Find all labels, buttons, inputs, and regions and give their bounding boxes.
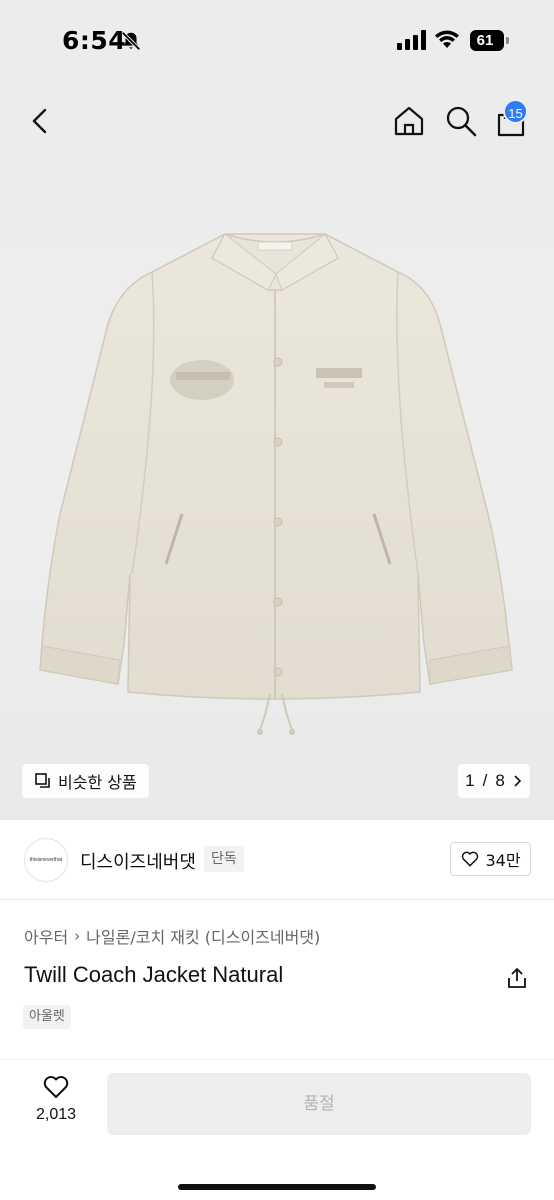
outlet-badge: 아울렛 — [23, 1005, 71, 1029]
cart-count-badge: 15 — [503, 99, 528, 124]
wishlist-count: 2,013 — [35, 1106, 77, 1123]
sold-out-button[interactable]: 품절 — [107, 1073, 531, 1135]
search-icon[interactable] — [444, 104, 478, 138]
breadcrumb-item[interactable]: 아우터 — [24, 924, 68, 948]
page-separator: / — [482, 771, 488, 790]
page-current: 1 — [465, 771, 475, 790]
product-image-carousel[interactable]: 15 비슷한 상품 1 / 8 — [0, 84, 554, 820]
wishlist-button[interactable]: 2,013 — [26, 1074, 86, 1124]
breadcrumb: 아우터 › 나일론/코치 재킷 (디스이즈네버댓) — [24, 924, 320, 948]
page-total: 8 — [495, 771, 505, 790]
brand-name[interactable]: 디스이즈네버댓 — [80, 848, 196, 874]
wifi-icon — [435, 30, 459, 48]
bell-off-icon — [121, 31, 141, 51]
brand-row: thisisneverthat 디스이즈네버댓 단독 34만 — [0, 820, 554, 900]
image-page-counter[interactable]: 1 / 8 — [458, 764, 530, 798]
brand-logo-text: thisisneverthat — [29, 857, 63, 863]
home-icon[interactable] — [392, 104, 426, 138]
breadcrumb-item[interactable]: 나일론/코치 재킷 (디스이즈네버댓) — [86, 924, 320, 948]
similar-products-button[interactable]: 비슷한 상품 — [22, 764, 149, 798]
product-title: Twill Coach Jacket Natural — [24, 962, 284, 987]
exclusive-badge: 단독 — [204, 846, 244, 872]
copy-icon — [35, 773, 50, 788]
brand-like-button[interactable]: 34만 — [450, 842, 531, 876]
brand-logo[interactable]: thisisneverthat — [24, 838, 68, 882]
chevron-left-icon[interactable] — [26, 106, 56, 136]
brand-like-count: 34만 — [485, 851, 521, 870]
chevron-right-icon — [514, 775, 521, 787]
similar-products-label: 비슷한 상품 — [58, 773, 137, 792]
battery-indicator: 61 — [470, 30, 510, 51]
chevron-right-icon: › — [74, 927, 81, 945]
product-image — [39, 233, 513, 735]
status-bar: 6:54 61 — [0, 0, 554, 84]
heart-icon — [43, 1076, 69, 1098]
battery-level: 61 — [476, 32, 494, 49]
share-icon[interactable] — [506, 966, 528, 990]
heart-icon — [462, 851, 479, 867]
status-time: 6:54 — [62, 26, 127, 55]
rating-peek — [24, 1050, 154, 1060]
bottom-action-bar: 2,013 품절 — [0, 1060, 554, 1200]
home-indicator — [178, 1184, 376, 1190]
cellular-signal-icon — [397, 30, 426, 50]
